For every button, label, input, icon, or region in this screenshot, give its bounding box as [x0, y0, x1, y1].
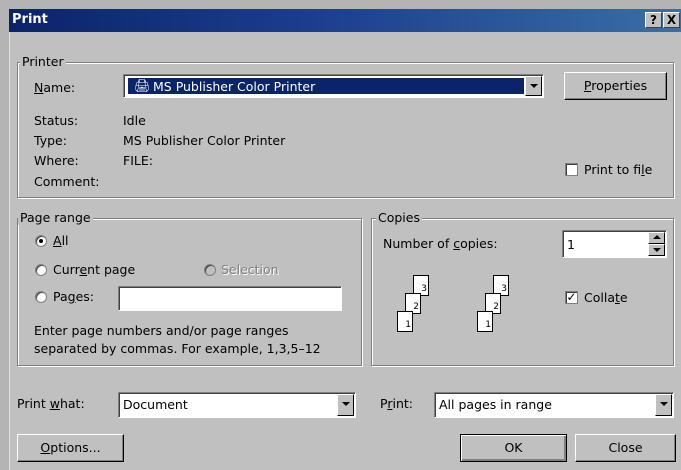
properties-button[interactable]: Properties [564, 72, 667, 100]
print-value: All pages in range [439, 397, 552, 412]
chevron-down-icon [653, 248, 661, 252]
chevron-down-icon [530, 84, 538, 88]
print-what-select[interactable]: Document [118, 392, 356, 418]
printer-name-value: MS Publisher Color Printer [153, 79, 316, 94]
printer-name-select[interactable]: 🖨 MS Publisher Color Printer [123, 74, 544, 98]
close-button[interactable]: Close [575, 434, 676, 462]
current-page-radio[interactable] [35, 264, 47, 276]
where-label: Where: [34, 153, 79, 168]
page-range-legend: Page range [18, 210, 93, 225]
print-what-label: Print what: [17, 396, 85, 411]
close-icon[interactable]: X [663, 12, 680, 28]
ok-button[interactable]: OK [460, 434, 567, 462]
current-page-label[interactable]: Current page [53, 262, 135, 277]
pages-input[interactable] [118, 286, 342, 311]
status-label: Status: [34, 113, 79, 128]
print-to-file-label[interactable]: Print to file [584, 162, 652, 177]
radio-dot [39, 239, 43, 243]
where-value: FILE: [123, 153, 153, 168]
printer-icon: 🖨 [134, 79, 151, 94]
title-bar[interactable]: Print ? X [9, 9, 681, 32]
selection-label: Selection [221, 262, 279, 277]
window-title: Print [12, 12, 48, 27]
collate-checkbox[interactable]: ✓ [565, 291, 578, 304]
page-range-hint-line1: Enter page numbers and/or page ranges [34, 323, 289, 338]
comment-label: Comment: [34, 174, 100, 189]
all-label[interactable]: All [53, 233, 69, 248]
page-icon: 1 [477, 311, 493, 332]
page-range-hint-line2: separated by commas. For example, 1,3,5–… [34, 341, 321, 356]
copies-value: 1 [567, 237, 575, 252]
printer-name-dropdown-button[interactable] [525, 76, 542, 96]
options-button[interactable]: Options... [17, 434, 124, 462]
print-to-file-checkbox[interactable] [565, 163, 578, 176]
type-label: Type: [34, 133, 67, 148]
copies-spinner[interactable]: 1 [562, 230, 667, 258]
all-radio[interactable] [35, 235, 47, 247]
print-dropdown-button[interactable] [655, 394, 672, 416]
print-label: Print: [380, 396, 413, 411]
chevron-down-icon [660, 402, 668, 406]
pages-radio[interactable] [35, 291, 47, 303]
page-icon: 1 [397, 311, 413, 332]
chevron-down-icon [342, 402, 350, 406]
pages-label[interactable]: Pages: [53, 289, 94, 304]
print-what-dropdown-button[interactable] [337, 394, 354, 416]
help-button[interactable]: ? [645, 12, 662, 28]
status-value: Idle [123, 113, 146, 128]
printer-legend: Printer [20, 54, 66, 69]
print-select[interactable]: All pages in range [434, 392, 674, 418]
type-value: MS Publisher Color Printer [123, 133, 286, 148]
copies-down-button[interactable] [648, 244, 665, 256]
collate-label[interactable]: Collate [584, 290, 628, 305]
chevron-up-icon [653, 235, 661, 239]
copies-legend: Copies [376, 210, 422, 225]
selection-radio[interactable] [204, 264, 216, 276]
number-of-copies-label: Number of copies: [383, 236, 498, 251]
print-what-value: Document [123, 397, 188, 412]
name-label: Name: [34, 80, 76, 95]
copies-up-button[interactable] [648, 232, 665, 244]
